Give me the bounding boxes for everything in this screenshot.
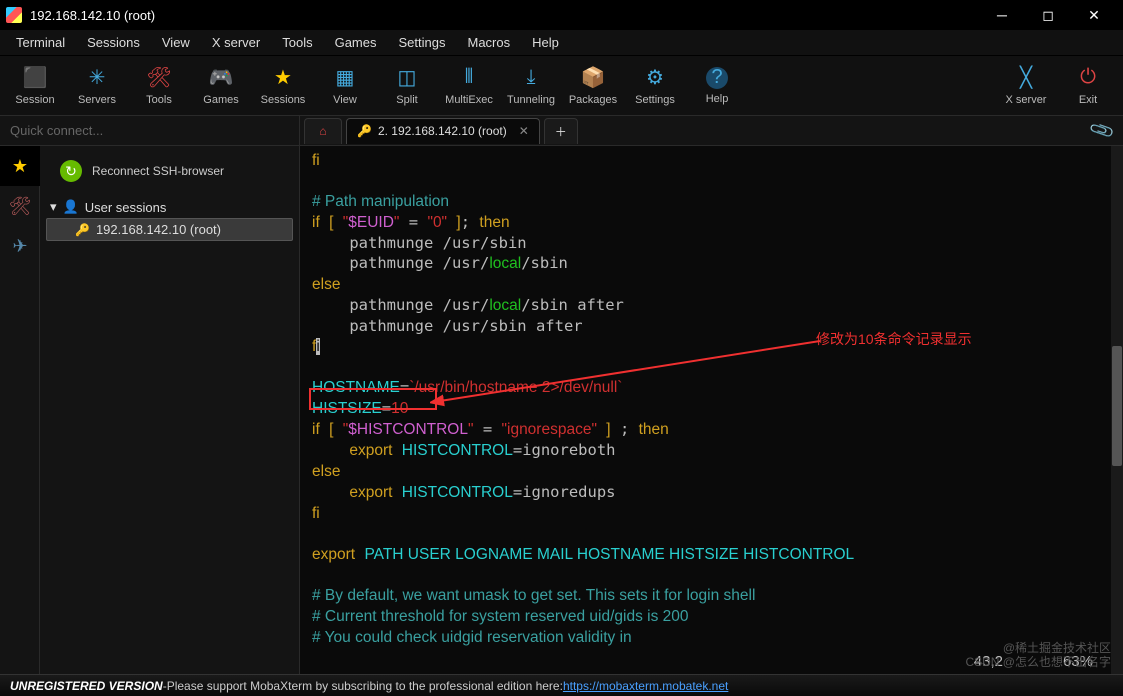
tab-new[interactable]: ＋ — [544, 118, 578, 144]
tool-multiexec[interactable]: ⫴MultiExec — [438, 58, 500, 114]
close-button[interactable]: ✕ — [1071, 0, 1117, 30]
minimize-button[interactable]: ─ — [979, 0, 1025, 30]
view-icon: ▦ — [333, 66, 357, 90]
tool-split[interactable]: ◫Split — [376, 58, 438, 114]
tab-session-active[interactable]: 🔑 2. 192.168.142.10 (root) ✕ — [346, 118, 540, 144]
home-icon: ⌂ — [319, 124, 326, 138]
terminal-output[interactable]: fi # Path manipulation if [ "$EUID" = "0… — [300, 146, 1123, 674]
chevron-icon: ▾ — [50, 199, 57, 215]
statusbar-link[interactable]: https://mobaxterm.mobatek.net — [563, 679, 728, 693]
menu-games[interactable]: Games — [325, 31, 387, 54]
tool-tools[interactable]: 🛠Tools — [128, 58, 190, 114]
tree-session-item[interactable]: 🔑 192.168.142.10 (root) — [46, 218, 293, 241]
tool-view[interactable]: ▦View — [314, 58, 376, 114]
menu-xserver[interactable]: X server — [202, 31, 270, 54]
tool-sessions[interactable]: ★Sessions — [252, 58, 314, 114]
unregistered-label: UNREGISTERED VERSION — [10, 679, 163, 693]
watermark-csdn: CSDN @怎么也想不出名字 — [965, 653, 1111, 670]
tree-session-label: 192.168.142.10 (root) — [96, 222, 221, 237]
sidebar: Quick connect... ★ 🛠 ✈ ↻ Reconnect SSH-b… — [0, 116, 300, 674]
menubar: Terminal Sessions View X server Tools Ga… — [0, 30, 1123, 56]
key-icon: 🔑 — [357, 124, 372, 138]
main-area: Quick connect... ★ 🛠 ✈ ↻ Reconnect SSH-b… — [0, 116, 1123, 674]
tool-tunneling[interactable]: ⤓Tunneling — [500, 58, 562, 114]
annotation-arrow — [430, 336, 830, 416]
paperclip-icon[interactable]: 📎 — [1088, 117, 1116, 145]
statusbar-msg: Please support MobaXterm by subscribing … — [167, 679, 563, 693]
reconnect-label: Reconnect SSH-browser — [92, 164, 224, 178]
games-icon: 🎮 — [209, 66, 233, 90]
tree-folder-user-sessions[interactable]: ▾ 👤 User sessions — [46, 196, 293, 218]
tool-session[interactable]: ⬛Session — [4, 58, 66, 114]
tree-folder-label: User sessions — [85, 200, 167, 215]
sidebar-tab-tools[interactable]: 🛠 — [0, 186, 40, 226]
quick-connect-input[interactable]: Quick connect... — [0, 116, 299, 146]
folder-icon: 👤 — [63, 199, 79, 215]
menu-terminal[interactable]: Terminal — [6, 31, 75, 54]
reconnect-ssh-button[interactable]: ↻ Reconnect SSH-browser — [46, 152, 293, 196]
servers-icon: ✳ — [85, 66, 109, 90]
window-title: 192.168.142.10 (root) — [30, 8, 979, 23]
statusbar: UNREGISTERED VERSION - Please support Mo… — [0, 674, 1123, 696]
tab-close-icon[interactable]: ✕ — [519, 124, 529, 138]
split-icon: ◫ — [395, 66, 419, 90]
tool-help[interactable]: ?Help — [686, 58, 748, 114]
sidebar-tabs: ★ 🛠 ✈ — [0, 146, 40, 674]
menu-sessions[interactable]: Sessions — [77, 31, 150, 54]
sidebar-tab-send[interactable]: ✈ — [0, 226, 40, 266]
menu-macros[interactable]: Macros — [457, 31, 520, 54]
tab-strip: ⌂ 🔑 2. 192.168.142.10 (root) ✕ ＋ 📎 — [300, 116, 1123, 146]
scrollbar-vertical[interactable] — [1111, 146, 1123, 674]
annotation-text: 修改为10条命令记录显示 — [816, 329, 972, 349]
tab-label: 2. 192.168.142.10 (root) — [378, 124, 507, 138]
reconnect-icon: ↻ — [60, 160, 82, 182]
menu-help[interactable]: Help — [522, 31, 569, 54]
tool-games[interactable]: 🎮Games — [190, 58, 252, 114]
tool-packages[interactable]: 📦Packages — [562, 58, 624, 114]
tools-icon: 🛠 — [147, 66, 171, 90]
titlebar: 192.168.142.10 (root) ─ ◻ ✕ — [0, 0, 1123, 30]
app-icon — [6, 7, 22, 23]
menu-tools[interactable]: Tools — [272, 31, 322, 54]
key-icon: 🔑 — [75, 223, 90, 237]
tool-servers[interactable]: ✳Servers — [66, 58, 128, 114]
plus-icon: ＋ — [555, 123, 567, 140]
exit-icon: ⏻ — [1076, 66, 1100, 90]
star-icon: ★ — [271, 66, 295, 90]
multiexec-icon: ⫴ — [457, 66, 481, 90]
tool-xserver[interactable]: ╳X server — [995, 58, 1057, 114]
help-icon: ? — [706, 67, 728, 89]
packages-icon: 📦 — [581, 66, 605, 90]
maximize-button[interactable]: ◻ — [1025, 0, 1071, 30]
tool-exit[interactable]: ⏻Exit — [1057, 58, 1119, 114]
tab-home[interactable]: ⌂ — [304, 118, 342, 144]
xserver-icon: ╳ — [1014, 66, 1038, 90]
gear-icon: ⚙ — [643, 66, 667, 90]
terminal-area: ⌂ 🔑 2. 192.168.142.10 (root) ✕ ＋ 📎 fi # … — [300, 116, 1123, 674]
sidebar-content: ↻ Reconnect SSH-browser ▾ 👤 User session… — [40, 146, 299, 674]
session-icon: ⬛ — [23, 66, 47, 90]
toolbar: ⬛Session ✳Servers 🛠Tools 🎮Games ★Session… — [0, 56, 1123, 116]
tunneling-icon: ⤓ — [519, 66, 543, 90]
menu-view[interactable]: View — [152, 31, 200, 54]
tool-settings[interactable]: ⚙Settings — [624, 58, 686, 114]
menu-settings[interactable]: Settings — [389, 31, 456, 54]
sidebar-tab-star[interactable]: ★ — [0, 146, 40, 186]
scrollbar-thumb[interactable] — [1112, 346, 1122, 466]
